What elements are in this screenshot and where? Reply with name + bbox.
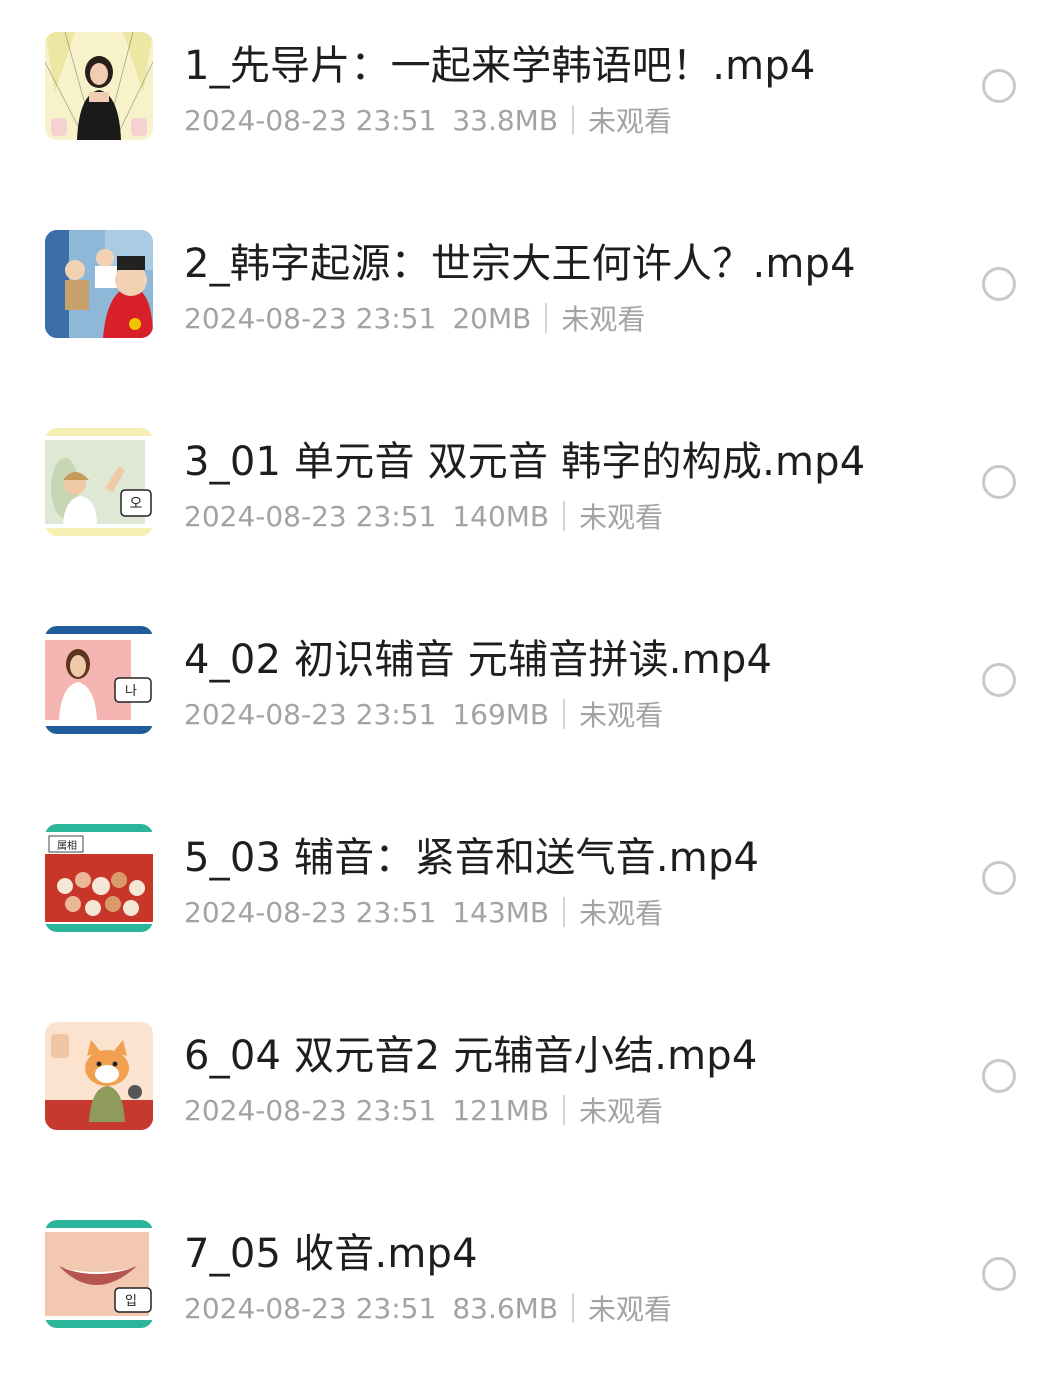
thumb-hangul-label: 입 xyxy=(125,1294,137,1309)
watch-status: 未观看 xyxy=(579,1095,664,1128)
file-meta: 2024-08-23 23:51 121MB 未观看 xyxy=(184,1090,663,1130)
file-meta: 2024-08-23 23:51 140MB 未观看 xyxy=(184,496,663,536)
file-size: 143MB xyxy=(452,895,550,929)
watch-status: 未观看 xyxy=(588,105,673,138)
file-title: 3_01 单元音 双元音 韩字的构成.mp4 xyxy=(184,439,866,485)
file-title: 2_韩字起源：世宗大王何许人？.mp4 xyxy=(184,241,856,287)
zodiac-figurines-thumbnail: 属相 xyxy=(45,824,153,932)
file-title: 5_03 辅音：紧音和送气音.mp4 xyxy=(184,835,760,881)
file-title: 7_05 收音.mp4 xyxy=(184,1231,478,1277)
select-radio[interactable] xyxy=(982,861,1016,895)
select-radio[interactable] xyxy=(982,69,1016,103)
file-size: 83.6MB xyxy=(452,1291,559,1325)
video-file-list: 1_先导片：一起来学韩语吧！.mp4 2024-08-23 23:51 33.8… xyxy=(0,0,1058,1390)
file-row[interactable]: 오 3_01 单元音 双元音 韩字的构成.mp4 2024-08-23 23:5… xyxy=(0,396,1058,594)
thumb-hangul-label: 오 xyxy=(130,496,143,512)
watch-status: 未观看 xyxy=(561,303,646,336)
file-date: 2024-08-23 23:51 xyxy=(184,1093,437,1127)
watch-status: 未观看 xyxy=(579,699,664,732)
file-date: 2024-08-23 23:51 xyxy=(184,1291,437,1325)
thumb-label: 属相 xyxy=(57,839,77,852)
cat-cartoon-thumbnail xyxy=(45,1022,153,1130)
smile-thumbnail: 입 xyxy=(45,1220,153,1328)
file-meta: 2024-08-23 23:51 33.8MB 未观看 xyxy=(184,100,672,140)
file-row[interactable]: 입 7_05 收音.mp4 2024-08-23 23:51 83.6MB 未观… xyxy=(0,1188,1058,1386)
separator xyxy=(572,1293,575,1323)
separator xyxy=(563,501,566,531)
teacher-thumbnail xyxy=(45,32,153,140)
separator xyxy=(563,897,566,927)
file-meta: 2024-08-23 23:51 20MB 未观看 xyxy=(184,298,645,338)
presenter-thumbnail: 나 xyxy=(45,626,153,734)
separator xyxy=(563,699,566,729)
separator xyxy=(563,1095,566,1125)
select-radio[interactable] xyxy=(982,1059,1016,1093)
separator xyxy=(572,105,575,135)
file-title: 6_04 双元音2 元辅音小结.mp4 xyxy=(184,1033,758,1079)
file-meta: 2024-08-23 23:51 83.6MB 未观看 xyxy=(184,1288,672,1328)
file-title: 1_先导片：一起来学韩语吧！.mp4 xyxy=(184,43,816,89)
separator xyxy=(545,303,548,333)
file-size: 33.8MB xyxy=(452,103,559,137)
select-radio[interactable] xyxy=(982,465,1016,499)
file-row[interactable]: 属相 5_03 辅音：紧音和送气音.mp4 2024-08-23 23:51 1… xyxy=(0,792,1058,990)
file-meta: 2024-08-23 23:51 143MB 未观看 xyxy=(184,892,663,932)
watch-status: 未观看 xyxy=(588,1293,673,1326)
file-row[interactable]: 6_04 双元音2 元辅音小结.mp4 2024-08-23 23:51 121… xyxy=(0,990,1058,1188)
file-date: 2024-08-23 23:51 xyxy=(184,895,437,929)
file-size: 121MB xyxy=(452,1093,550,1127)
watch-status: 未观看 xyxy=(579,897,664,930)
select-radio[interactable] xyxy=(982,663,1016,697)
file-size: 140MB xyxy=(452,499,550,533)
file-date: 2024-08-23 23:51 xyxy=(184,103,437,137)
file-row[interactable]: 나 4_02 初识辅音 元辅音拼读.mp4 2024-08-23 23:51 1… xyxy=(0,594,1058,792)
girl-waving-thumbnail: 오 xyxy=(45,428,153,536)
file-title: 4_02 初识辅音 元辅音拼读.mp4 xyxy=(184,637,773,683)
watch-status: 未观看 xyxy=(579,501,664,534)
select-radio[interactable] xyxy=(982,1257,1016,1291)
file-date: 2024-08-23 23:51 xyxy=(184,301,437,335)
file-row[interactable]: 2_韩字起源：世宗大王何许人？.mp4 2024-08-23 23:51 20M… xyxy=(0,198,1058,396)
file-meta: 2024-08-23 23:51 169MB 未观看 xyxy=(184,694,663,734)
file-date: 2024-08-23 23:51 xyxy=(184,499,437,533)
file-date: 2024-08-23 23:51 xyxy=(184,697,437,731)
file-size: 20MB xyxy=(452,301,532,335)
king-cartoon-thumbnail xyxy=(45,230,153,338)
file-row[interactable]: 1_先导片：一起来学韩语吧！.mp4 2024-08-23 23:51 33.8… xyxy=(0,0,1058,198)
file-size: 169MB xyxy=(452,697,550,731)
select-radio[interactable] xyxy=(982,267,1016,301)
thumb-hangul-label: 나 xyxy=(125,684,137,699)
